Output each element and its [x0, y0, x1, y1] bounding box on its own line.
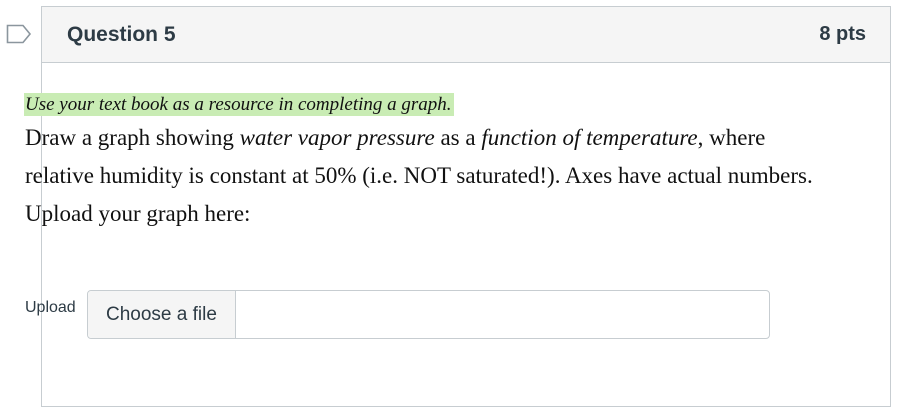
question-points: 8 pts — [819, 23, 866, 45]
selected-file-name[interactable] — [236, 291, 769, 338]
prompt-text: as a — [434, 125, 482, 150]
question-text: Use your text book as a resource in comp… — [24, 93, 877, 233]
question-title: Question 5 — [67, 22, 176, 46]
upload-row: Upload Choose a file — [25, 290, 770, 339]
flag-question-icon[interactable] — [6, 24, 32, 44]
question-prompt: Draw a graph showing water vapor pressur… — [25, 119, 825, 233]
question-hint: Use your text book as a resource in comp… — [24, 93, 454, 116]
file-upload-field[interactable]: Choose a file — [87, 290, 770, 339]
prompt-text: Draw a graph showing — [25, 125, 240, 150]
question-header: Question 5 8 pts — [42, 7, 890, 63]
choose-file-button[interactable]: Choose a file — [88, 291, 236, 338]
upload-label: Upload — [25, 299, 76, 316]
prompt-emphasis: function of temperature — [481, 125, 698, 150]
prompt-emphasis: water vapor pressure — [239, 125, 435, 150]
